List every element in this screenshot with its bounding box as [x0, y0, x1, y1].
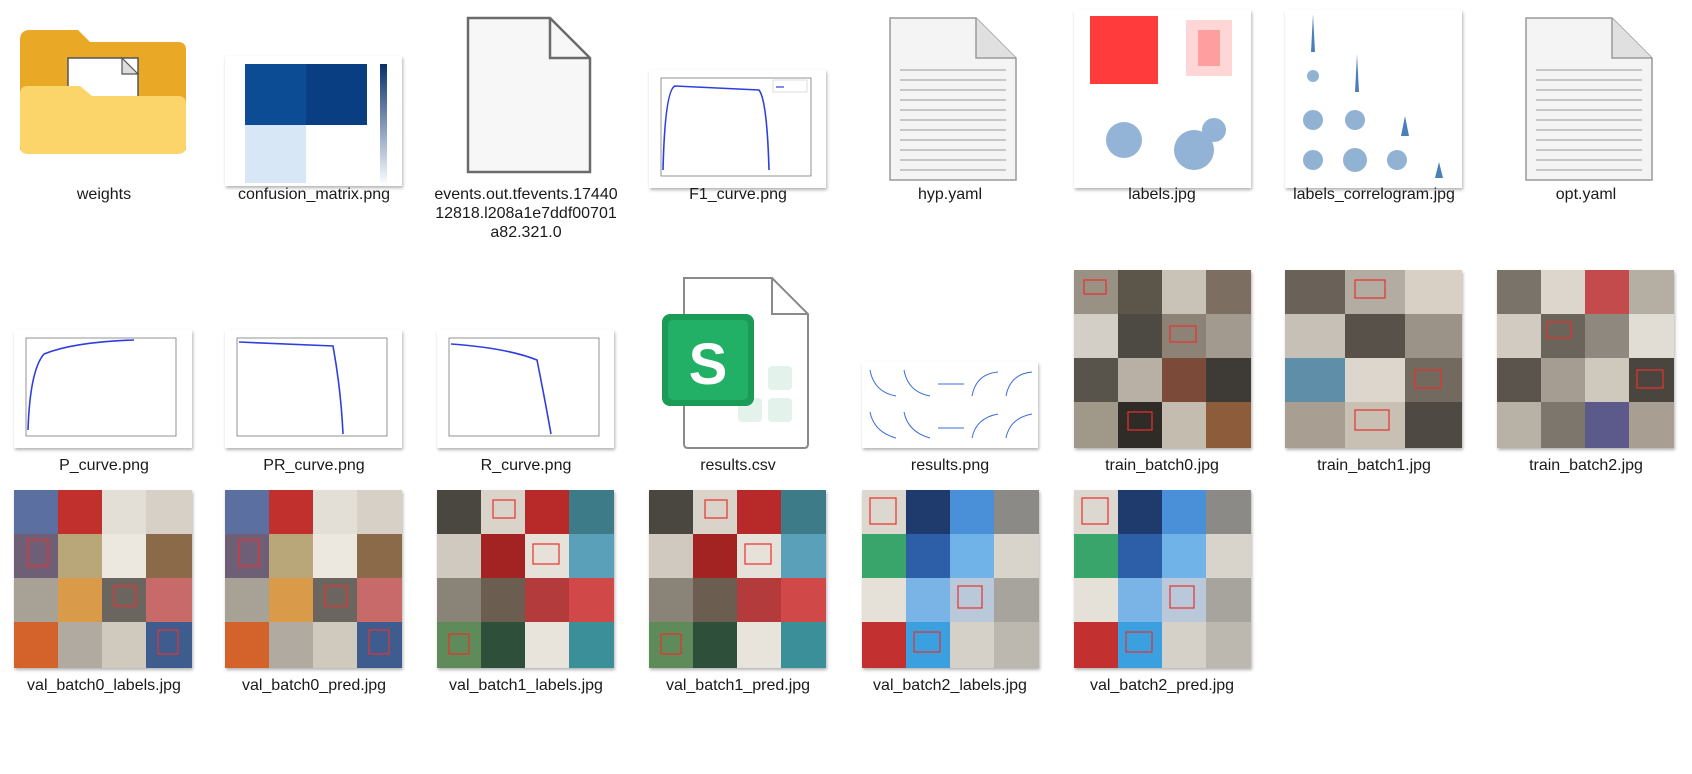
file-name: confusion_matrix.png — [237, 186, 391, 203]
file-name: val_batch2_labels.jpg — [873, 677, 1027, 694]
file-name: labels_correlogram.jpg — [1293, 186, 1455, 203]
file-name: results.csv — [700, 457, 776, 474]
p-curve-thumbnail — [14, 330, 192, 448]
val-batch0-labels-thumbnail — [14, 490, 192, 668]
file-name: P_curve.png — [59, 457, 149, 474]
folder-icon — [10, 10, 198, 170]
file-name: train_batch2.jpg — [1529, 457, 1643, 474]
file-name: train_batch0.jpg — [1105, 457, 1219, 474]
text-file-icon — [856, 10, 1044, 182]
confusion-matrix-thumbnail — [225, 56, 402, 186]
file-name: val_batch2_pred.jpg — [1089, 677, 1235, 694]
train-batch2-thumbnail — [1497, 270, 1674, 448]
file-name: val_batch1_labels.jpg — [449, 677, 603, 694]
text-file-icon — [1492, 10, 1680, 182]
r-curve-thumbnail — [437, 330, 614, 448]
file-name: F1_curve.png — [689, 186, 787, 203]
file-name: val_batch0_labels.jpg — [27, 677, 181, 694]
spreadsheet-s-icon: S — [644, 270, 832, 450]
val-batch2-pred-thumbnail — [1074, 490, 1251, 668]
labels-correlogram-thumbnail — [1285, 10, 1462, 188]
pr-curve-thumbnail — [225, 330, 402, 448]
file-name: R_curve.png — [480, 457, 572, 474]
svg-text:S: S — [689, 332, 728, 397]
train-batch1-thumbnail — [1285, 270, 1462, 448]
val-batch1-pred-thumbnail — [649, 490, 826, 668]
f1-curve-thumbnail — [649, 70, 826, 188]
file-name: results.png — [910, 457, 990, 474]
file-name: train_batch1.jpg — [1317, 457, 1431, 474]
file-name: val_batch1_pred.jpg — [665, 677, 811, 694]
file-name: hyp.yaml — [917, 186, 983, 203]
blank-file-icon — [432, 10, 620, 175]
file-name: val_batch0_pred.jpg — [241, 677, 387, 694]
file-name: opt.yaml — [1555, 186, 1617, 203]
val-batch0-pred-thumbnail — [225, 490, 402, 668]
labels-thumbnail — [1074, 10, 1251, 188]
file-name: labels.jpg — [1128, 186, 1196, 203]
file-name: events.out.tfevents.1744012818.l208a1e7d… — [434, 186, 618, 241]
file-name: PR_curve.png — [263, 457, 365, 474]
val-batch1-labels-thumbnail — [437, 490, 614, 668]
train-batch0-thumbnail — [1074, 270, 1251, 448]
val-batch2-labels-thumbnail — [862, 490, 1039, 668]
results-thumbnail — [862, 362, 1038, 448]
file-name: weights — [76, 186, 132, 203]
